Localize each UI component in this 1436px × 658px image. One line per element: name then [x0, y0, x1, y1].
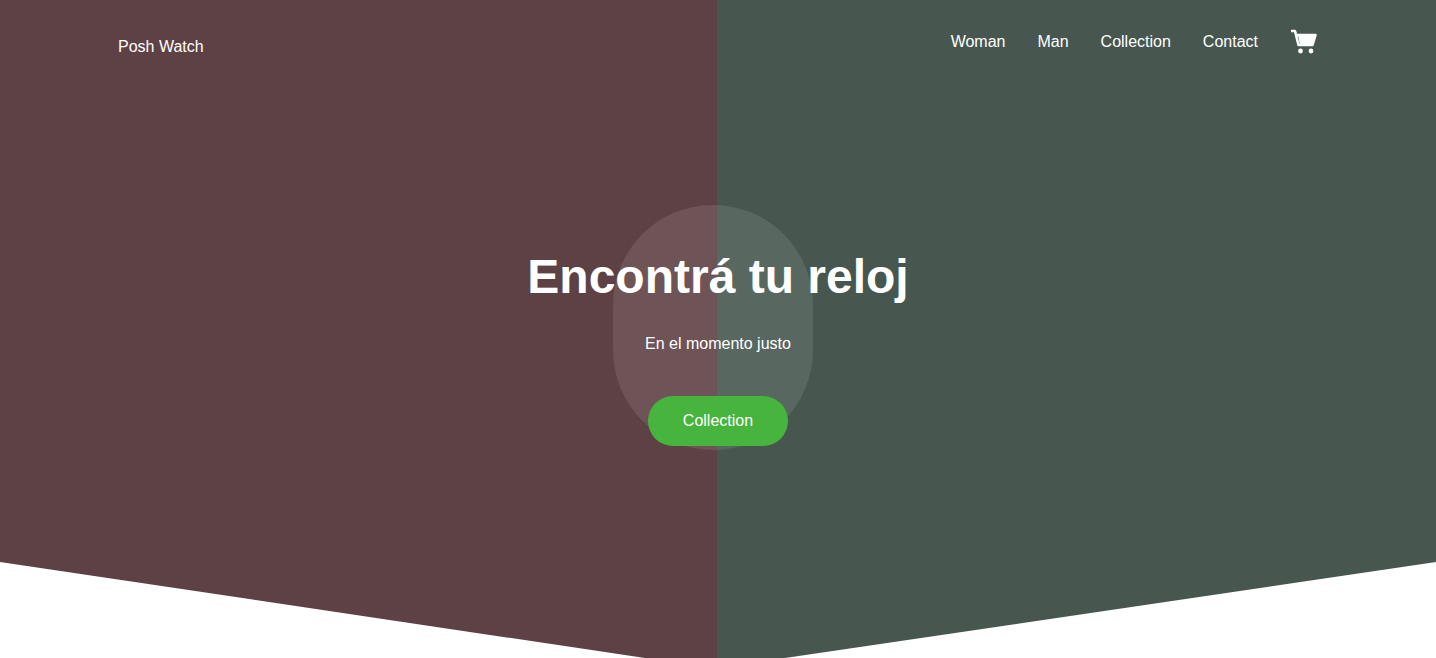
nav-link[interactable]: Collection [1101, 30, 1171, 54]
hero-title: Encontrá tu reloj [527, 248, 908, 306]
nav-link[interactable]: Contact [1203, 30, 1258, 54]
site-header: Posh Watch Woman Man Collection Contact [118, 0, 1318, 60]
brand-logo[interactable]: Posh Watch [118, 35, 204, 59]
nav-link[interactable]: Woman [951, 30, 1006, 54]
collection-button[interactable]: Collection [648, 396, 788, 446]
hero-subtitle: En el momento justo [645, 332, 791, 356]
nav-link[interactable]: Man [1037, 30, 1068, 54]
hero-page: Posh Watch Woman Man Collection Contact Encon… [0, 0, 1436, 658]
cart-icon[interactable] [1290, 29, 1318, 55]
hero-content: Encontrá tu reloj En el momento justo Coll… [0, 248, 1436, 446]
main-nav: Woman Man Collection Contact [951, 29, 1318, 55]
angled-divider [0, 562, 1436, 658]
